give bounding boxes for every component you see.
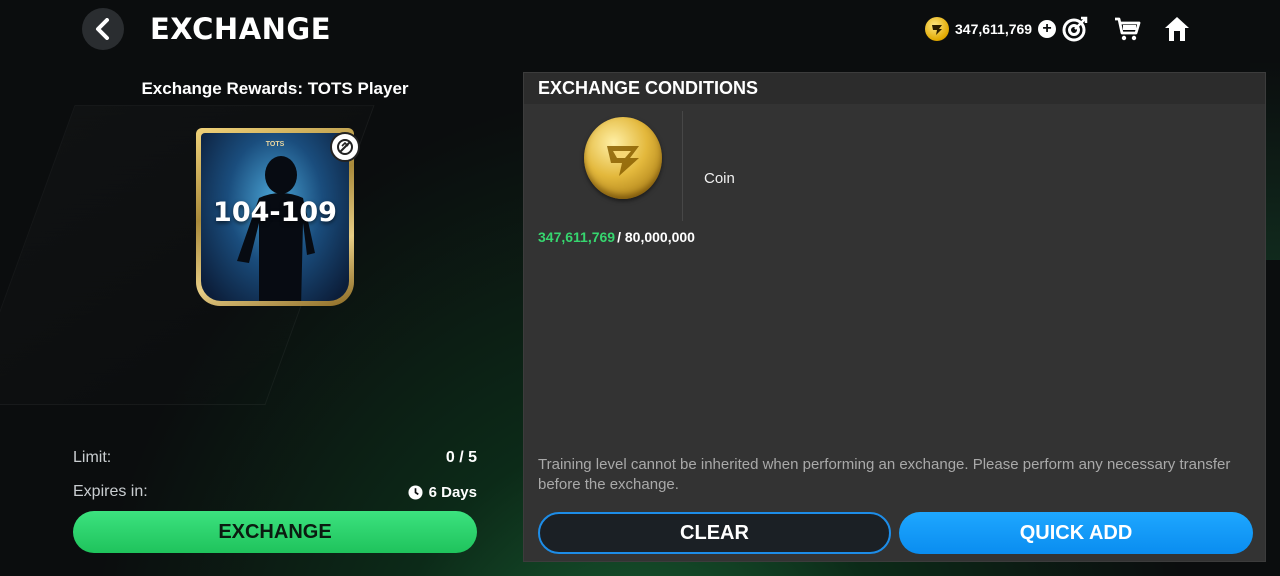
limit-label: Limit:	[73, 449, 112, 466]
expires-value: 6 Days	[428, 483, 477, 501]
coin-icon	[925, 17, 949, 41]
exchange-button[interactable]: EXCHANGE	[73, 511, 477, 553]
reward-player-card[interactable]: TOTS 104-109	[196, 128, 354, 306]
store-button[interactable]	[1112, 14, 1142, 44]
exchange-conditions-panel: EXCHANGE CONDITIONS 347,611,769 / 80,000…	[523, 72, 1266, 562]
limit-row: Limit: 0 / 5	[73, 449, 477, 467]
plus-icon: +	[1042, 20, 1052, 37]
conditions-header: EXCHANGE CONDITIONS	[524, 73, 1265, 104]
card-program-label: TOTS	[265, 141, 285, 148]
condition-item-name: Coin	[704, 170, 735, 187]
currency-display: 347,611,769 +	[925, 16, 1057, 42]
cart-icon	[1115, 17, 1141, 41]
quick-add-button[interactable]: QUICK ADD	[899, 512, 1253, 554]
back-button[interactable]	[82, 8, 124, 50]
currency-amount: 347,611,769	[955, 21, 1033, 37]
cell-divider	[682, 111, 683, 221]
training-notice: Training level cannot be inherited when …	[538, 456, 1231, 493]
expires-row: Expires in: 6 Days	[73, 483, 477, 501]
target-icon	[1062, 16, 1088, 42]
objectives-button[interactable]	[1060, 14, 1090, 44]
back-icon	[96, 18, 109, 40]
clear-button[interactable]: CLEAR	[538, 512, 891, 554]
expires-value-wrap: 6 Days	[408, 484, 477, 501]
clock-icon	[408, 484, 423, 500]
exchange-reward-label: Exchange Rewards: TOTS Player	[141, 79, 409, 98]
coin-owned: 347,611,769	[538, 229, 616, 245]
untradable-icon	[330, 132, 360, 162]
add-currency-button[interactable]: +	[1038, 20, 1057, 38]
coin-required: / 80,000,000	[617, 229, 695, 245]
coin-progress: 347,611,769 / 80,000,000	[538, 229, 695, 245]
home-button[interactable]	[1162, 14, 1192, 44]
limit-value: 0 / 5	[445, 449, 477, 466]
expires-label: Expires in:	[73, 483, 148, 500]
card-art: TOTS 104-109	[201, 133, 349, 301]
card-rating: 104-109	[213, 197, 337, 228]
home-icon	[1165, 17, 1189, 41]
coin-icon	[584, 117, 662, 199]
page-title: EXCHANGE	[150, 12, 332, 46]
